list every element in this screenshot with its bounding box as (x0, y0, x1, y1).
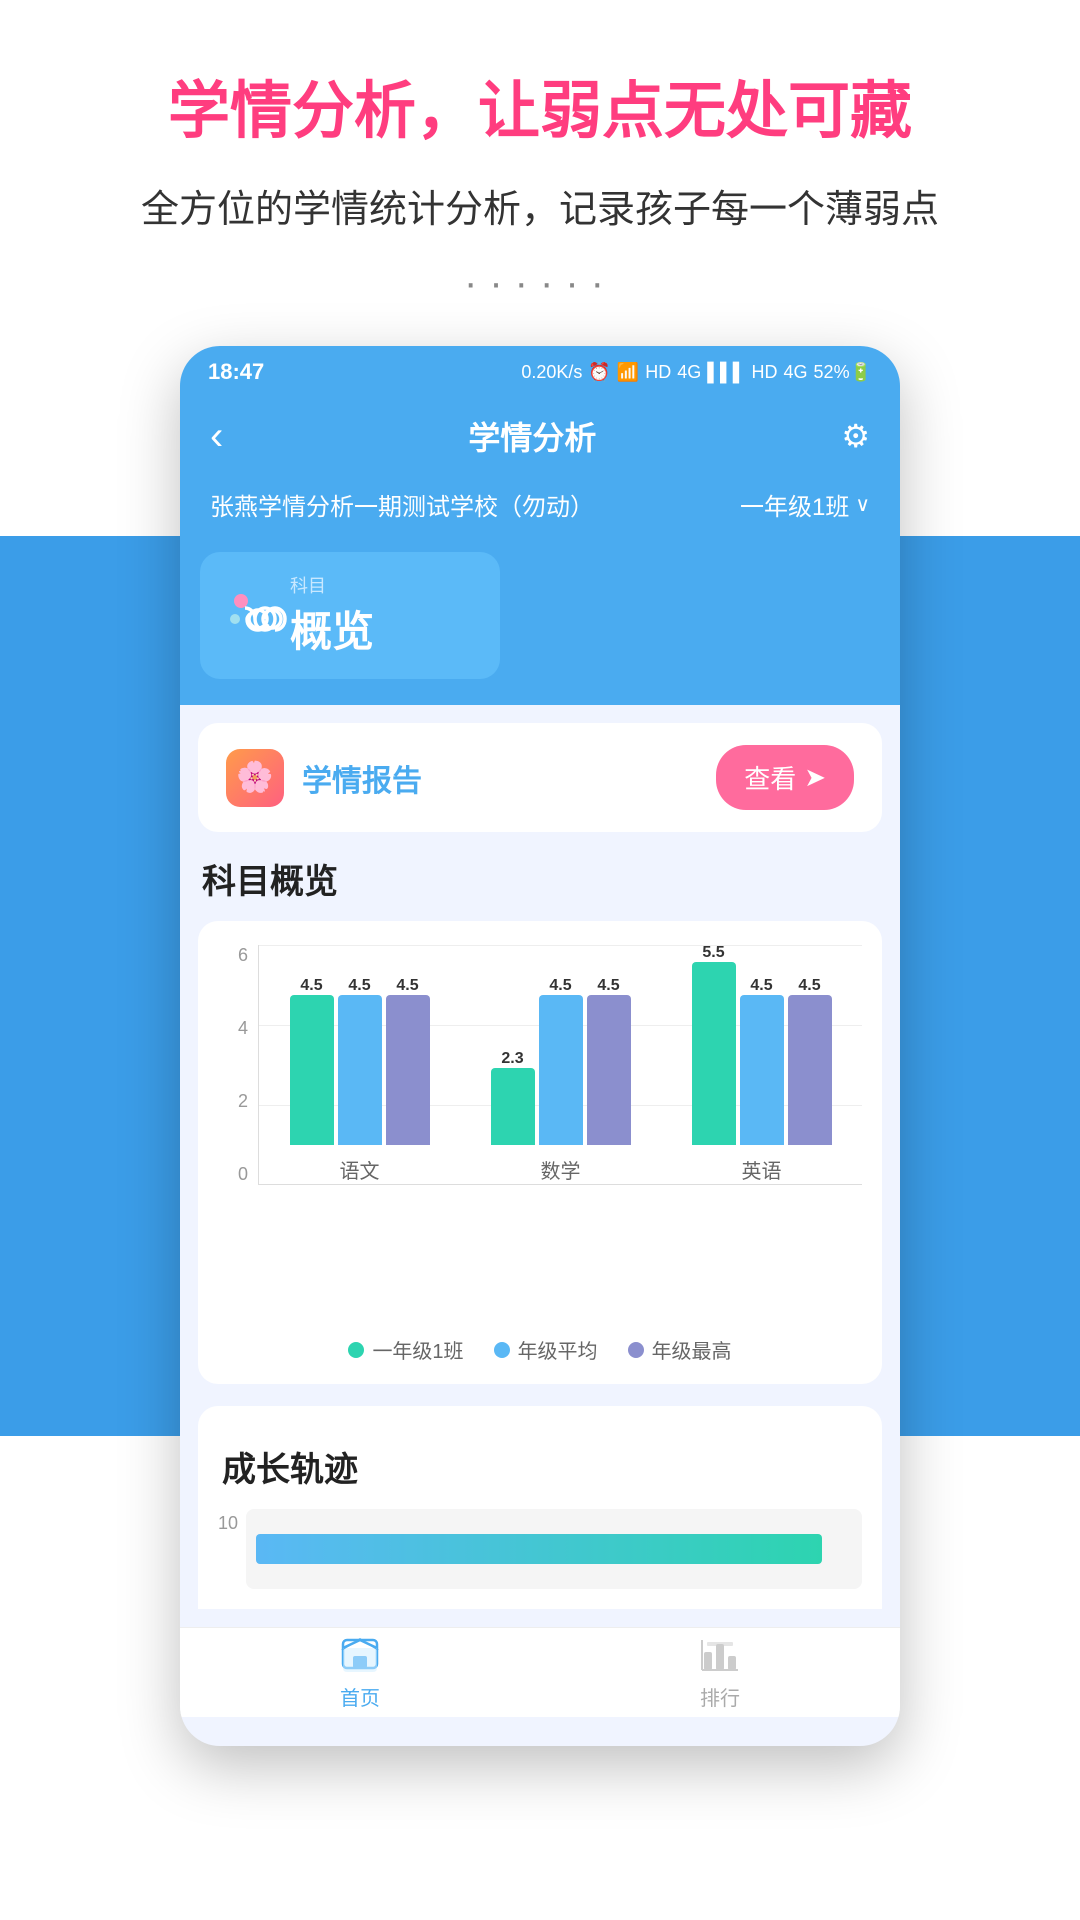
nav-title: 学情分析 (468, 413, 596, 459)
x-label-yingyu: 英语 (742, 1155, 782, 1184)
bar-yuwen-2-val: 4.5 (348, 977, 370, 995)
bar-yuwen-max (386, 995, 430, 1145)
status-time: 18:47 (208, 359, 264, 385)
bar-chart: 6 4 2 0 (218, 945, 862, 1325)
home-icon (339, 1634, 381, 1676)
x-label-yuwen: 语文 (340, 1155, 380, 1184)
subject-tab-overview[interactable]: 科目 概览 (200, 552, 500, 679)
growth-title: 成长轨迹 (218, 1442, 862, 1491)
status-hd2: HD (752, 362, 778, 383)
status-alarm: ⏰ (588, 362, 610, 383)
legend-label-max: 年级最高 (652, 1335, 732, 1364)
bar-yingyu-1-val: 5.5 (702, 944, 724, 962)
subject-overview-section: 科目概览 6 4 2 0 (198, 854, 882, 1384)
status-bar: 18:47 0.20K/s ⏰ 📶 HD 4G ▌▌▌ HD 4G 52%🔋 (180, 346, 900, 398)
y-label-0: 0 (238, 1164, 248, 1185)
blue-bg-left (0, 536, 200, 1436)
report-left: 🌸 学情报告 (226, 749, 422, 807)
subject-tab-small-label: 科目 (290, 572, 374, 598)
view-btn-label: 查看 (744, 759, 796, 796)
growth-chart-bar (256, 1534, 822, 1564)
settings-icon[interactable]: ⚙ (841, 417, 870, 455)
chevron-down-icon: ∨ (855, 492, 870, 517)
bar-shuxue-max (587, 995, 631, 1145)
legend-label-grade: 一年级1班 (372, 1335, 463, 1364)
subject-tab-label-wrap: 科目 概览 (290, 572, 374, 659)
nav-item-home[interactable]: 首页 (339, 1634, 381, 1711)
x-label-shuxue: 数学 (541, 1155, 581, 1184)
bar-yuwen-grade (290, 995, 334, 1145)
y-label-4: 4 (238, 1018, 248, 1039)
bar-shuxue-3-val: 4.5 (597, 977, 619, 995)
legend-max: 年级最高 (628, 1335, 732, 1364)
status-hd1: HD (645, 362, 671, 383)
bar-shuxue-2-val: 4.5 (549, 977, 571, 995)
bar-yingyu-3-val: 4.5 (798, 977, 820, 995)
subject-tab-big-label: 概览 (290, 598, 374, 659)
bar-yuwen-avg (338, 995, 382, 1145)
phone-mockup: 18:47 0.20K/s ⏰ 📶 HD 4G ▌▌▌ HD 4G 52%🔋 ‹… (180, 346, 900, 1746)
legend-dot-green (348, 1342, 364, 1358)
phone-area: 18:47 0.20K/s ⏰ 📶 HD 4G ▌▌▌ HD 4G 52%🔋 ‹… (0, 336, 1080, 1836)
growth-y-max: 10 (218, 1509, 238, 1534)
legend-label-avg: 年级平均 (518, 1335, 598, 1364)
report-card: 🌸 学情报告 查看 ➤ (198, 723, 882, 832)
content-area: 🌸 学情报告 查看 ➤ 科目概览 6 4 (180, 705, 900, 1627)
bar-shuxue-grade (491, 1068, 535, 1145)
subject-overview-title: 科目概览 (198, 854, 882, 903)
status-4g1: 4G (677, 362, 701, 383)
y-label-2: 2 (238, 1091, 248, 1112)
subject-chart-container: 6 4 2 0 (198, 921, 882, 1384)
legend-dot-blue (494, 1342, 510, 1358)
blue-bg-right (880, 536, 1080, 1436)
nav-bar: ‹ 学情分析 ⚙ (180, 398, 900, 474)
status-network: 0.20K/s (521, 362, 582, 383)
report-icon: 🌸 (226, 749, 284, 807)
nav-home-label: 首页 (340, 1682, 380, 1711)
legend-grade: 一年级1班 (348, 1335, 463, 1364)
back-button[interactable]: ‹ (210, 414, 223, 459)
school-bar: 张燕学情分析一期测试学校（勿动） 一年级1班 ∨ (180, 474, 900, 534)
ranking-icon (699, 1634, 741, 1676)
main-title: 学情分析，让弱点无处可藏 (60, 60, 1020, 150)
status-battery: 52%🔋 (814, 362, 872, 383)
legend-avg: 年级平均 (494, 1335, 598, 1364)
legend-dot-purple (628, 1342, 644, 1358)
nav-ranking-label: 排行 (700, 1682, 740, 1711)
class-name: 一年级1班 (740, 487, 849, 522)
bar-yingyu-max (788, 995, 832, 1145)
bar-yuwen-3-val: 4.5 (396, 977, 418, 995)
bar-yingyu-2-val: 4.5 (750, 977, 772, 995)
y-label-6: 6 (238, 945, 248, 966)
bar-yingyu-grade (692, 962, 736, 1145)
bar-shuxue-1-val: 2.3 (501, 1050, 523, 1068)
bottom-nav: 首页 排行 (180, 1627, 900, 1717)
class-selector[interactable]: 一年级1班 ∨ (740, 487, 870, 522)
bar-yingyu-avg (740, 995, 784, 1145)
status-4g2: 4G (784, 362, 808, 383)
status-icons: 0.20K/s ⏰ 📶 HD 4G ▌▌▌ HD 4G 52%🔋 (521, 362, 872, 383)
chart-legend: 一年级1班 年级平均 年级最高 (218, 1335, 862, 1364)
growth-chart-preview (246, 1509, 862, 1589)
report-title: 学情报告 (302, 756, 422, 800)
dots-decoration: ······ (60, 261, 1020, 306)
status-signal: ▌▌▌ (707, 362, 745, 383)
view-button[interactable]: 查看 ➤ (716, 745, 854, 810)
bar-shuxue-avg (539, 995, 583, 1145)
school-name: 张燕学情分析一期测试学校（勿动） (210, 487, 594, 522)
sub-title: 全方位的学情统计分析，记录孩子每一个薄弱点 (60, 178, 1020, 233)
subject-tabs: 科目 概览 (180, 534, 900, 705)
growth-section: 成长轨迹 10 (198, 1406, 882, 1609)
top-section: 学情分析，让弱点无处可藏 全方位的学情统计分析，记录孩子每一个薄弱点 ·····… (0, 0, 1080, 336)
view-btn-arrow: ➤ (804, 762, 826, 793)
bar-yuwen-1-val: 4.5 (300, 977, 322, 995)
nav-item-ranking[interactable]: 排行 (699, 1634, 741, 1711)
status-wifi: 📶 (617, 362, 639, 383)
